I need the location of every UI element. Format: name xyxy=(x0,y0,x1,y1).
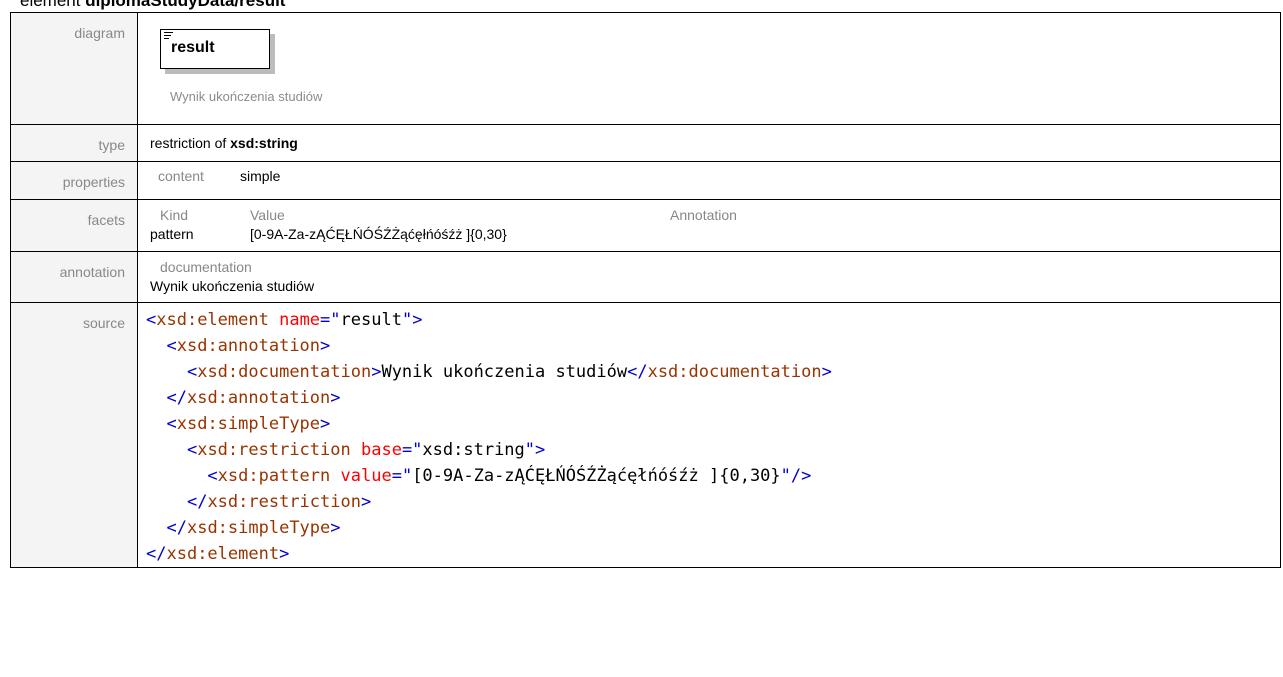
annotation-block: documentation Wynik ukończenia studiów xyxy=(150,252,1268,296)
type-value: restriction of xsd:string xyxy=(150,125,1268,161)
property-value: simple xyxy=(240,168,281,184)
annotation-label: annotation xyxy=(10,251,138,303)
page-heading: element diplomaStudyData/result xyxy=(20,0,285,11)
type-row: type restriction of xsd:string xyxy=(10,124,1281,162)
properties-grid: content simple xyxy=(150,162,1268,184)
diagram-label: diagram xyxy=(10,12,138,125)
properties-row: properties content simple xyxy=(10,161,1281,200)
diagram-cell: result Wynik ukończenia studiów xyxy=(137,12,1281,125)
facet-header-kind: Kind xyxy=(160,207,189,223)
source-label: source xyxy=(10,302,138,568)
source-row: source <xsd:element name="result"> <xsd:… xyxy=(10,302,1281,568)
property-key: content xyxy=(158,168,204,184)
facets-header-row: Kind Value Annotation xyxy=(150,206,1268,225)
facet-header-annotation: Annotation xyxy=(670,207,737,223)
type-prefix: restriction of xyxy=(150,135,231,151)
facet-kind: pattern xyxy=(150,226,194,242)
annotation-text: Wynik ukończenia studiów xyxy=(150,278,315,294)
element-box[interactable]: result xyxy=(160,29,270,69)
element-doc-table: diagram result Wynik ukończenia studiów … xyxy=(10,12,1281,568)
facets-label: facets xyxy=(10,199,138,252)
diagram-row: diagram result Wynik ukończenia studiów xyxy=(10,12,1281,125)
element-diagram: result Wynik ukończenia studiów xyxy=(160,29,322,115)
heading-prefix: element xyxy=(20,0,86,10)
facet-header-value: Value xyxy=(250,207,285,223)
heading-path: diplomaStudyData/result xyxy=(85,0,286,10)
facets-row: facets Kind Value Annotation pattern [0-… xyxy=(10,199,1281,252)
element-name: result xyxy=(171,39,215,56)
facet-value: [0-9A-Za-zĄĆĘŁŃÓŚŹŻąćęłńóśźż ]{0,30} xyxy=(250,226,507,242)
properties-label: properties xyxy=(10,161,138,200)
type-base-link[interactable]: xsd:string xyxy=(230,135,298,151)
facets-table: Kind Value Annotation pattern [0-9A-Za-z… xyxy=(150,200,1268,244)
annotation-row: annotation documentation Wynik ukończeni… xyxy=(10,251,1281,303)
element-caption: Wynik ukończenia studiów xyxy=(170,89,323,104)
annotation-header: documentation xyxy=(160,259,252,275)
type-label: type xyxy=(10,124,138,162)
source-code: <xsd:element name="result"> <xsd:annotat… xyxy=(146,310,832,564)
facet-row: pattern [0-9A-Za-zĄĆĘŁŃÓŚŹŻąćęłńóśźż ]{0… xyxy=(150,225,1268,244)
